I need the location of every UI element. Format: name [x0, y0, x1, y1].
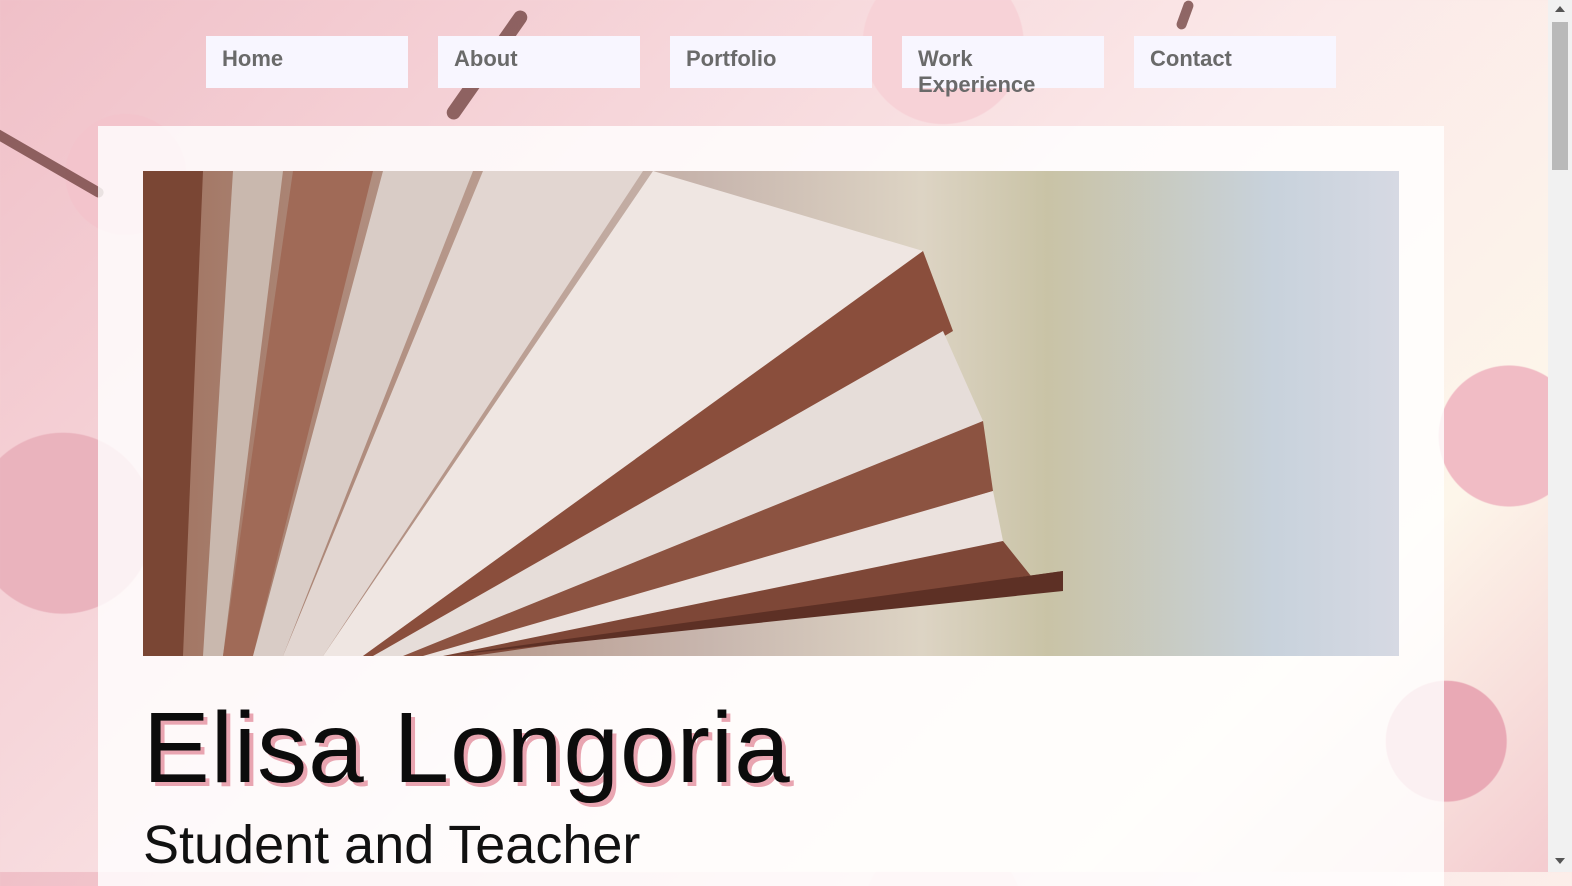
open-book-illustration: [143, 171, 1063, 656]
vertical-scrollbar[interactable]: [1548, 0, 1572, 872]
blossom-branch-decoration: [0, 100, 106, 200]
nav-item-contact[interactable]: Contact: [1134, 36, 1336, 88]
main-content-card: Elisa Longoria Student and Teacher: [98, 126, 1444, 886]
nav-item-home[interactable]: Home: [206, 36, 408, 88]
scroll-down-icon[interactable]: [1555, 858, 1565, 864]
main-navigation: Home About Portfolio Work Experience Con…: [0, 36, 1572, 97]
hero-image: [143, 171, 1399, 656]
person-role-subtitle: Student and Teacher: [143, 815, 641, 875]
nav-item-work-experience[interactable]: Work Experience: [902, 36, 1104, 97]
scroll-up-icon[interactable]: [1555, 6, 1565, 12]
scrollbar-thumb[interactable]: [1552, 22, 1568, 170]
blossom-branch-decoration: [1175, 0, 1195, 31]
nav-item-portfolio[interactable]: Portfolio: [670, 36, 872, 88]
person-name-heading: Elisa Longoria: [143, 692, 791, 804]
nav-item-about[interactable]: About: [438, 36, 640, 88]
